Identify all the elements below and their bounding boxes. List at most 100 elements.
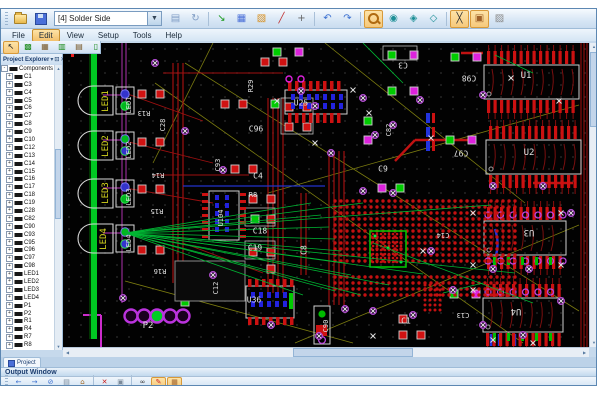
expand-icon[interactable]: + [6,168,13,175]
home-icon[interactable]: ⌂ [75,377,90,387]
tree-item-row[interactable]: +C9 [1,128,55,136]
tree-scrollbar[interactable]: ▲ ▼ [54,65,62,350]
expand-icon[interactable]: + [6,255,13,262]
layer-swatch-icon[interactable]: ▧ [252,10,271,28]
footprint-tool-icon[interactable]: ▤ [71,41,87,54]
tree-item-row[interactable]: +C13 [1,152,55,160]
expand-icon[interactable]: + [6,152,13,159]
menu-item-help[interactable]: Help [158,29,188,42]
pad-tool-icon[interactable]: ▯ [88,41,104,54]
cursor-tool-icon[interactable]: ↖ [3,41,19,54]
expand-icon[interactable]: + [6,105,13,112]
delete-icon[interactable]: ✕ [97,377,112,387]
tree-item-row[interactable]: +C98 [1,262,55,270]
tree-item-row[interactable]: +LED4 [1,294,55,302]
export-icon[interactable]: ▤ [59,377,74,387]
expand-icon[interactable]: + [6,278,13,285]
tree-item-row[interactable]: +LED3 [1,286,55,294]
expand-icon[interactable]: + [6,294,13,301]
expand-icon[interactable]: + [6,73,13,80]
chevron-down-icon[interactable]: ▼ [147,12,161,25]
expand-icon[interactable]: + [6,318,13,325]
zoom-icon[interactable] [364,10,383,28]
dropdown-icon[interactable]: ▾ [50,56,53,63]
tree-root-row[interactable]: -Components [1,65,55,73]
expand-icon[interactable]: + [6,215,13,222]
expand-icon[interactable]: + [6,310,13,317]
canvas-horizontal-scrollbar[interactable]: ◀ ▶ [63,347,589,357]
tree-item-row[interactable]: +C90 [1,223,55,231]
expand-icon[interactable]: + [6,136,13,143]
options-icon[interactable]: ▨ [490,10,509,28]
package-tool-icon[interactable]: ▥ [54,41,70,54]
chip-tool-icon[interactable]: ▦ [37,41,53,54]
print-icon[interactable]: ▣ [113,377,128,387]
search-icon[interactable]: ∞ [135,377,150,387]
expand-icon[interactable]: + [6,160,13,167]
menu-item-tools[interactable]: Tools [126,29,159,42]
expand-icon[interactable]: + [6,271,13,278]
expand-icon[interactable]: + [6,97,13,104]
redo-icon[interactable]: ↷ [338,10,357,28]
expand-icon[interactable]: + [6,113,13,120]
scroll-right-icon[interactable]: ▶ [580,348,589,357]
net-highlight-icon[interactable]: ◉ [384,10,403,28]
tree-item-row[interactable]: +C17 [1,183,55,191]
tree-item-row[interactable]: +C4 [1,89,55,97]
expand-icon[interactable]: + [6,89,13,96]
tree-item-row[interactable]: +C7 [1,112,55,120]
tree-item-row[interactable]: +C82 [1,215,55,223]
open-file-icon[interactable] [11,10,30,28]
expand-icon[interactable]: + [6,342,13,349]
expand-icon[interactable]: + [6,223,13,230]
scroll-up-icon[interactable]: ▲ [590,43,597,51]
board-view-icon[interactable]: ▩ [20,41,36,54]
expand-icon[interactable]: + [6,247,13,254]
expand-icon[interactable]: + [6,121,13,128]
layer-selector-dropdown[interactable]: [4] Solder Side ▼ [54,11,162,26]
vertical-scrollbar-thumb[interactable] [590,52,597,127]
expand-icon[interactable]: + [6,326,13,333]
tree-item-row[interactable]: +C96 [1,246,55,254]
tree-item-row[interactable]: +C14 [1,160,55,168]
pin-icon[interactable]: ⊡ [54,56,59,63]
trace-tool-icon[interactable]: ╱ [272,10,291,28]
expand-icon[interactable]: + [6,81,13,88]
place-component-icon[interactable]: ↘ [212,10,231,28]
tree-item-row[interactable]: +C19 [1,199,55,207]
scroll-left-icon[interactable]: ◀ [63,348,72,357]
tree-item-row[interactable]: +C97 [1,254,55,262]
grid-view-icon[interactable]: ▦ [167,377,182,387]
expand-icon[interactable]: + [6,263,13,270]
stop-icon[interactable]: ⊘ [43,377,58,387]
tree-item-row[interactable]: +C95 [1,239,55,247]
tree-item-row[interactable]: +C3 [1,81,55,89]
tree-item-row[interactable]: +C1 [1,73,55,81]
expand-icon[interactable]: + [6,144,13,151]
expand-icon[interactable]: + [6,200,13,207]
horizontal-scrollbar-thumb[interactable] [293,348,413,357]
expand-icon[interactable]: + [6,184,13,191]
expand-icon[interactable]: - [1,65,8,72]
tree-item-row[interactable]: +C5 [1,97,55,105]
tree-item-row[interactable]: +C93 [1,231,55,239]
tree-item-row[interactable]: +P2 [1,310,55,318]
tree-item-row[interactable]: +C12 [1,144,55,152]
scroll-down-icon[interactable]: ▼ [55,343,62,350]
expand-icon[interactable]: + [6,302,13,309]
undo-icon[interactable]: ↶ [318,10,337,28]
cleanup-icon[interactable]: ◇ [424,10,443,28]
tree-item-row[interactable]: +C8 [1,120,55,128]
expand-icon[interactable]: + [6,239,13,246]
tree-item-row[interactable]: +C6 [1,104,55,112]
scroll-down-icon[interactable]: ▼ [590,339,597,347]
cross-probe-icon[interactable]: ╳ [450,10,469,28]
tree-item-row[interactable]: +R4 [1,325,55,333]
expand-icon[interactable]: + [6,207,13,214]
expand-icon[interactable]: + [6,176,13,183]
rotate-icon[interactable]: ↻ [186,10,205,28]
expand-icon[interactable]: + [6,192,13,199]
forward-icon[interactable]: → [27,377,42,387]
tree-item-row[interactable]: +C10 [1,136,55,144]
canvas-vertical-scrollbar[interactable]: ▲ ▼ [589,43,597,347]
